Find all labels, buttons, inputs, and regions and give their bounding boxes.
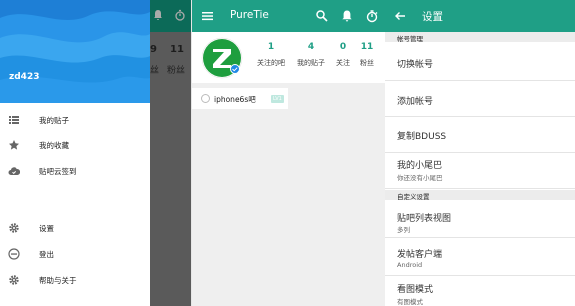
- drawer-item-logout[interactable]: 登出: [0, 244, 150, 264]
- section-header-label: 自定义设置: [397, 193, 430, 201]
- drawer-item-settings[interactable]: 设置: [0, 218, 150, 238]
- setting-image-mode[interactable]: 看图模式 有图模式: [385, 276, 575, 306]
- behind-stat-num: 11: [170, 44, 184, 55]
- gear-icon: [9, 223, 19, 233]
- setting-add-account[interactable]: 添加帐号: [385, 81, 575, 117]
- setting-post-client[interactable]: 发帖客户端 Android: [385, 238, 575, 276]
- logout-icon: [8, 248, 20, 260]
- stat-label: 我的贴子: [297, 59, 325, 67]
- forum-name: iphone6s吧: [214, 95, 256, 104]
- setting-subtitle: 多列: [397, 226, 410, 234]
- timer-icon: [175, 9, 185, 21]
- setting-subtitle: 你还没有小尾巴: [397, 174, 443, 182]
- section-header-custom: 自定义设置: [385, 190, 575, 201]
- stat-label: 关注的吧: [257, 59, 285, 67]
- navigation-drawer: zd423 我的贴子 我的收藏 贴吧云签到 设置 登出 帮助与关于: [0, 0, 150, 306]
- behind-stat-label: 粉丝: [167, 66, 186, 76]
- drawer-item-label: 我的收藏: [39, 141, 69, 150]
- setting-title: 贴吧列表视图: [397, 214, 452, 224]
- settings-screen: 设置 帐号管理 切换帐号 添加帐号 复制BDUSS 我的小尾巴 你还没有小尾巴 …: [385, 0, 575, 306]
- setting-subtitle: Android: [397, 261, 423, 269]
- drawer-item-cloud-signin[interactable]: 贴吧云签到: [0, 161, 150, 181]
- stat-number: 1: [267, 42, 275, 52]
- dimmed-background[interactable]: 9 11 丝 粉丝: [150, 0, 191, 306]
- app-title: PureTie: [230, 9, 269, 21]
- setting-forum-list-view[interactable]: 贴吧列表视图 多列: [385, 202, 575, 238]
- hamburger-menu-icon[interactable]: [201, 9, 215, 23]
- back-arrow-icon[interactable]: [394, 10, 406, 22]
- stat-label: 粉丝: [360, 59, 374, 67]
- drawer-item-label: 我的贴子: [39, 116, 69, 125]
- list-icon: [9, 116, 19, 124]
- stat-followed-forums[interactable]: 1 关注的吧: [254, 42, 288, 68]
- star-icon: [9, 140, 19, 150]
- setting-title: 我的小尾巴: [397, 161, 443, 171]
- stat-following[interactable]: 0 关注: [332, 42, 354, 68]
- section-header-account: 帐号管理: [385, 32, 575, 43]
- setting-copy-bduss[interactable]: 复制BDUSS: [385, 117, 575, 153]
- profile-card: 1 关注的吧 4 我的贴子 0 关注 11 粉丝: [192, 32, 385, 83]
- setting-title: 添加帐号: [397, 97, 434, 107]
- forum-avatar-icon: [201, 94, 210, 103]
- setting-title: 复制BDUSS: [397, 132, 447, 142]
- drawer-item-my-posts[interactable]: 我的贴子: [0, 110, 150, 130]
- forum-level-badge: LV1: [271, 95, 284, 103]
- drawer-item-favorites[interactable]: 我的收藏: [0, 135, 150, 155]
- drawer-header: zd423: [0, 0, 150, 103]
- stat-followers[interactable]: 11 粉丝: [356, 42, 378, 68]
- setting-title: 看图模式: [397, 285, 434, 295]
- stat-number: 11: [360, 42, 374, 52]
- drawer-item-label: 贴吧云签到: [39, 167, 77, 176]
- behind-stat-label: 丝: [150, 66, 160, 76]
- behind-stat-num: 9: [150, 44, 157, 55]
- forum-item[interactable]: iphone6s吧 LV1: [192, 88, 288, 109]
- avatar[interactable]: [201, 37, 243, 79]
- search-icon[interactable]: [315, 9, 329, 23]
- drawer-item-label: 登出: [39, 250, 54, 259]
- stat-number: 0: [339, 42, 347, 52]
- app-bar: PureTie: [192, 0, 385, 32]
- settings-app-bar: 设置: [385, 0, 575, 32]
- drawer-screen: 9 11 丝 粉丝 zd423 我的贴子 我的收藏 贴吧云签到 设置 登出 帮助…: [0, 0, 191, 306]
- setting-title: 切换帐号: [397, 60, 434, 70]
- drawer-item-label: 帮助与关于: [39, 276, 77, 285]
- profile-screen: PureTie 1 关注的吧 4 我的贴子 0 关注 11 粉丝 iphone6…: [192, 0, 385, 306]
- cloud-icon: [8, 167, 20, 175]
- drawer-item-help-about[interactable]: 帮助与关于: [0, 270, 150, 290]
- drawer-username[interactable]: zd423: [9, 72, 39, 82]
- setting-title: 发帖客户端: [397, 250, 443, 260]
- timer-icon[interactable]: [365, 9, 379, 23]
- settings-title: 设置: [422, 11, 443, 23]
- header-wave-background: [0, 0, 150, 103]
- stat-number: 4: [307, 42, 315, 52]
- stat-my-posts[interactable]: 4 我的贴子: [294, 42, 328, 68]
- drawer-item-label: 设置: [39, 224, 54, 233]
- stat-label: 关注: [336, 59, 350, 67]
- help-gear-icon: [9, 275, 19, 285]
- setting-switch-account[interactable]: 切换帐号: [385, 44, 575, 81]
- setting-subtitle: 有图模式: [397, 298, 423, 306]
- notification-bell-icon[interactable]: [340, 9, 354, 23]
- notification-bell-icon: [154, 10, 162, 20]
- section-header-label: 帐号管理: [397, 35, 423, 43]
- setting-signature[interactable]: 我的小尾巴 你还没有小尾巴: [385, 153, 575, 189]
